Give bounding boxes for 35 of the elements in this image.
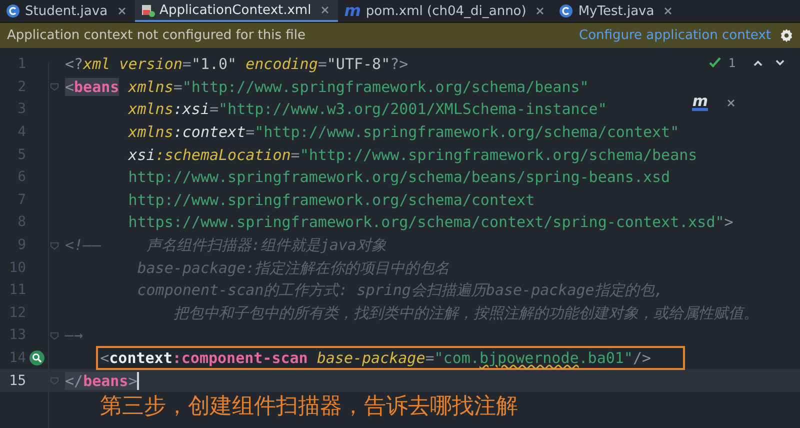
close-icon[interactable] <box>663 6 674 16</box>
code-line: http://www.springframework.org/schema/context <box>128 190 535 210</box>
magnifier-icon[interactable] <box>29 350 45 366</box>
close-icon[interactable] <box>535 6 546 16</box>
code-line: xsi:schemaLocation="http://www.springframework.org/schema/beans <box>128 144 698 165</box>
close-icon[interactable] <box>116 6 127 16</box>
code-line: </beans> <box>65 370 138 391</box>
editor-tab[interactable]: MyTest.java <box>553 0 682 22</box>
code-line: https://www.springframework.org/schema/context/spring-context.xsd"> <box>128 212 734 232</box>
check-icon[interactable] <box>708 56 722 70</box>
text-caret <box>137 372 140 390</box>
code-line: <beans xmlns="http://www.springframework.org/schema/beans" <box>65 76 589 97</box>
code-line: xmlns:xsi="http://www.w3.org/2001/XMLSchema-instance" <box>128 99 607 120</box>
code-line: http://www.springframework.org/schema/beans/spring-beans.xsd <box>128 167 670 188</box>
class-icon <box>6 4 20 18</box>
editor-tab[interactable]: m pom.xml (ch04_di_anno) <box>338 0 554 22</box>
maven-icon: m <box>344 4 361 18</box>
notification-message: Application context not configured for this file <box>7 28 306 43</box>
code-line: 把包中和子包中的所有类，找到类中的注解，按照注解的功能创建对象，或给属性赋值。 <box>173 302 758 323</box>
editor-tab[interactable]: Student.java <box>0 0 135 22</box>
class-icon <box>559 4 574 18</box>
code-line: xmlns:context="http://www.springframework.org/schema/context" <box>128 122 680 142</box>
line-number: 15 <box>8 372 26 389</box>
code-line: base-package:指定注解在你的项目中的包名 <box>137 258 450 278</box>
xml-file-icon <box>140 3 155 17</box>
code-line: —→ <box>65 325 84 346</box>
caption-text: 第三步，创建组件扫描器，告诉去哪找注解 <box>99 392 519 420</box>
editor-tab[interactable]: ApplicationContext.xml <box>134 0 338 22</box>
inspection-count[interactable]: 1 <box>728 56 736 70</box>
close-icon[interactable] <box>320 5 330 15</box>
close-icon[interactable] <box>726 98 736 108</box>
code-line: component-scan的工作方式: spring会扫描遍历base-package指定的包, <box>137 280 664 300</box>
settings-icon[interactable] <box>779 28 794 43</box>
code-line: <!—— 声名组件扫描器:组件就是java对象 <box>65 235 386 256</box>
code-line: <?xml version="1.0" encoding="UTF-8"?> <box>65 54 408 74</box>
